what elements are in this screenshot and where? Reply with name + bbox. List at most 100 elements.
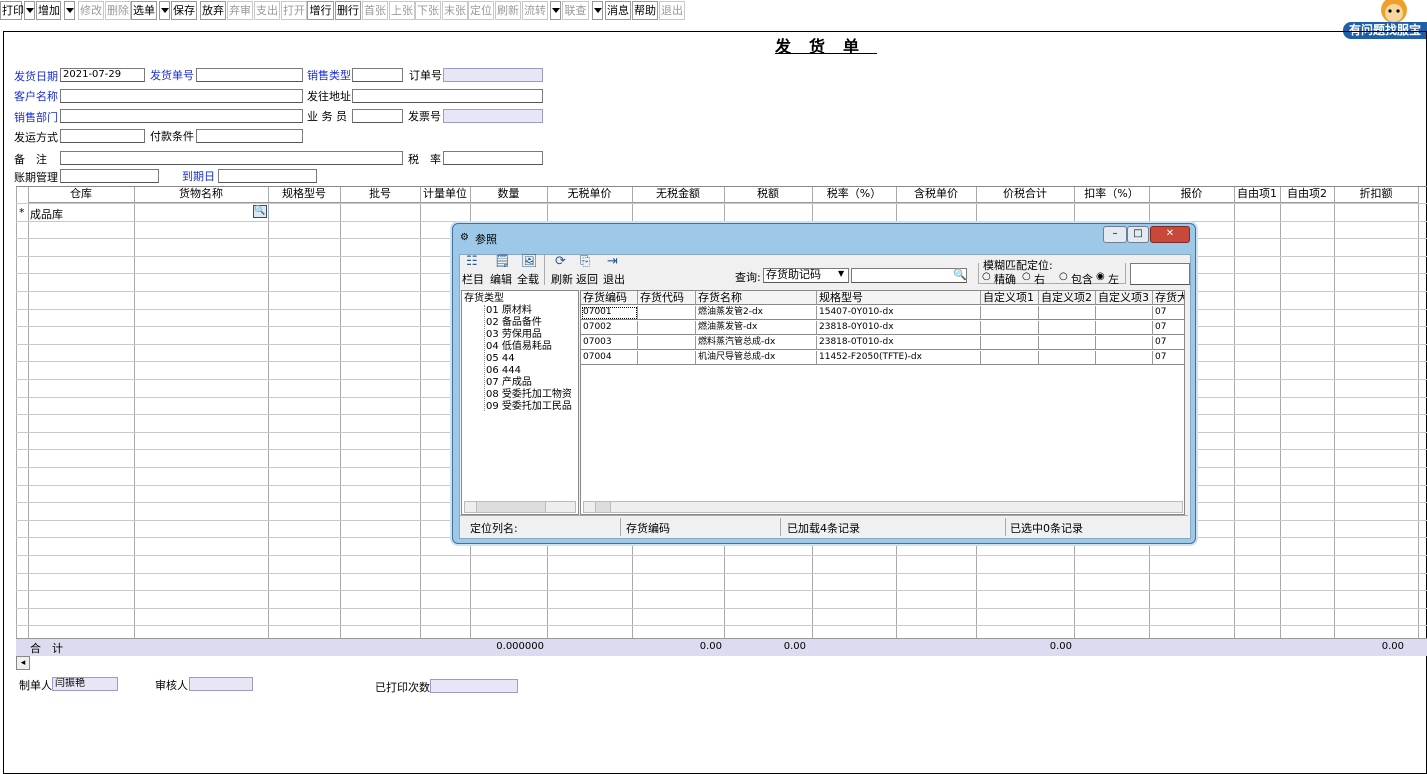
pay-terms-field[interactable] (196, 129, 303, 143)
toolbar-button-3[interactable]: 删除 (105, 1, 131, 20)
toolbar-button-6[interactable]: 放弃 (200, 1, 226, 20)
grid-header-5[interactable]: 数量 (470, 186, 547, 203)
radio-2[interactable]: ○ (1059, 271, 1068, 282)
fuzzy-option-1[interactable]: 右 (1034, 271, 1045, 287)
toolbar-button-10[interactable]: 增行 (307, 1, 334, 20)
toolbar-button-18[interactable]: 流转 (522, 1, 548, 20)
list-cell[interactable]: 07 (1153, 336, 1184, 350)
toolbar-button-22[interactable]: 退出 (659, 1, 685, 20)
tree-item[interactable]: 02 备品备件 (486, 317, 542, 328)
edit-icon[interactable]: 🗒 (494, 254, 511, 269)
list-cell[interactable] (981, 306, 1039, 320)
tree-item[interactable]: 03 劳保用品 (486, 329, 542, 340)
maximize-button[interactable]: □ (1127, 226, 1149, 243)
search-icon[interactable]: 🔍 (953, 268, 967, 281)
list-cell[interactable]: 燃料蒸汽管总成-dx (696, 336, 817, 350)
list-cell[interactable]: 23818-0T010-dx (817, 336, 981, 350)
toolbar-button-21[interactable]: 帮助 (632, 1, 658, 20)
grid-header-4[interactable]: 计量单位 (420, 186, 470, 203)
list-cell[interactable] (1096, 306, 1153, 320)
radio-0[interactable]: ○ (982, 271, 991, 282)
list-cell[interactable] (1039, 306, 1096, 320)
toolbar-button-11[interactable]: 删行 (335, 1, 361, 20)
chevron-down-icon[interactable] (592, 1, 603, 20)
list-cell[interactable] (638, 321, 696, 335)
list-header-4[interactable]: 自定义项1 (981, 291, 1039, 305)
list-cell[interactable]: 机油尺导管总成-dx (696, 351, 817, 365)
toolbar-button-14[interactable]: 下张 (415, 1, 441, 20)
list-cell[interactable]: 燃油蒸发管-dx (696, 321, 817, 335)
list-cell[interactable]: 07 (1153, 321, 1184, 335)
exit-icon[interactable]: ⇥ (607, 254, 618, 269)
toolbar-button-17[interactable]: 刷新 (495, 1, 521, 20)
list-header-2[interactable]: 存货名称 (696, 291, 817, 305)
search-input[interactable] (851, 268, 967, 283)
tree-item[interactable]: 01 原材料 (486, 305, 532, 316)
tool-4-button[interactable]: 返回 (576, 271, 598, 287)
fuzzy-option-0[interactable]: 精确 (994, 271, 1016, 287)
list-cell[interactable] (1039, 351, 1096, 365)
grid-header-2[interactable]: 规格型号 (268, 186, 340, 203)
toolbar-button-12[interactable]: 首张 (362, 1, 388, 20)
list-cell[interactable]: 07 (1153, 306, 1184, 320)
tree-item[interactable]: 09 受委托加工民品 (486, 401, 572, 412)
grid-header-3[interactable]: 批号 (340, 186, 420, 203)
order-no-field[interactable] (443, 68, 543, 82)
ship-date-field[interactable]: 2021-07-29 (60, 68, 145, 82)
fuzzy-option-2[interactable]: 包含 (1071, 271, 1093, 287)
list-scroll-thumb[interactable] (595, 501, 611, 513)
list-header-3[interactable]: 规格型号 (817, 291, 981, 305)
salesman-field[interactable] (352, 109, 403, 123)
refresh-icon[interactable]: ⟳ (555, 254, 566, 269)
list-cell[interactable]: 15407-0Y010-dx (817, 306, 981, 320)
list-cell[interactable]: 11452-F2050(TFTE)-dx (817, 351, 981, 365)
chevron-down-icon[interactable] (24, 1, 35, 20)
chevron-down-icon[interactable] (159, 1, 170, 20)
tool-1-button[interactable]: 编辑 (490, 271, 512, 287)
list-cell[interactable] (1039, 321, 1096, 335)
tree-root[interactable]: 存货类型 (464, 293, 504, 304)
close-button[interactable]: ✕ (1150, 226, 1190, 243)
grid-header-14[interactable]: 自由项1 (1234, 186, 1280, 203)
tool-0-button[interactable]: 栏目 (462, 271, 484, 287)
toolbar-button-15[interactable]: 末张 (442, 1, 468, 20)
toolbar-button-20[interactable]: 消息 (605, 1, 631, 20)
due-date-field[interactable] (218, 169, 317, 183)
list-header-5[interactable]: 自定义项2 (1039, 291, 1096, 305)
toolbar-button-4[interactable]: 选单 (131, 1, 157, 20)
list-header-7[interactable]: 存货大类 (1153, 291, 1184, 305)
tree-item[interactable]: 07 产成品 (486, 377, 532, 388)
list-cell[interactable]: 07004 (581, 351, 638, 365)
list-cell[interactable]: 07002 (581, 321, 638, 335)
toolbar-button-7[interactable]: 弃审 (227, 1, 253, 20)
list-cell[interactable] (638, 306, 696, 320)
remark-field[interactable] (60, 151, 403, 165)
chevron-down-icon[interactable] (550, 1, 561, 20)
toolbar-button-9[interactable]: 打开 (281, 1, 307, 20)
customer-field[interactable] (60, 89, 303, 103)
grid-header-9[interactable]: 税率（%） (812, 186, 896, 203)
grid-header-6[interactable]: 无税单价 (547, 186, 632, 203)
fuzzy-extra-field[interactable] (1130, 263, 1190, 285)
toolbar-button-13[interactable]: 上张 (389, 1, 415, 20)
period-field[interactable] (60, 169, 159, 183)
list-scrollbar[interactable] (583, 501, 1183, 513)
chevron-down-icon[interactable]: ▼ (838, 269, 844, 278)
list-cell[interactable] (981, 321, 1039, 335)
list-cell[interactable]: 07001 (581, 306, 638, 320)
list-cell[interactable]: 23818-0Y010-dx (817, 321, 981, 335)
fuzzy-option-3[interactable]: 左 (1108, 271, 1119, 287)
lookup-search-icon[interactable]: 🔍 (253, 205, 267, 218)
sales-dept-field[interactable] (60, 109, 303, 123)
sales-type-field[interactable] (352, 68, 403, 82)
tree-item[interactable]: 06 444 (486, 365, 521, 376)
load-all-icon[interactable]: 🖼 (521, 254, 538, 269)
radio-3[interactable]: ◉ (1096, 271, 1105, 282)
ship-no-field[interactable] (196, 68, 303, 82)
tree-scroll-thumb[interactable] (476, 501, 546, 513)
list-cell[interactable] (1039, 336, 1096, 350)
grid-header-1[interactable]: 货物名称 (134, 186, 268, 203)
toolbar-button-2[interactable]: 修改 (78, 1, 104, 20)
list-cell[interactable] (1096, 351, 1153, 365)
toolbar-button-1[interactable]: 增加 (36, 1, 61, 20)
